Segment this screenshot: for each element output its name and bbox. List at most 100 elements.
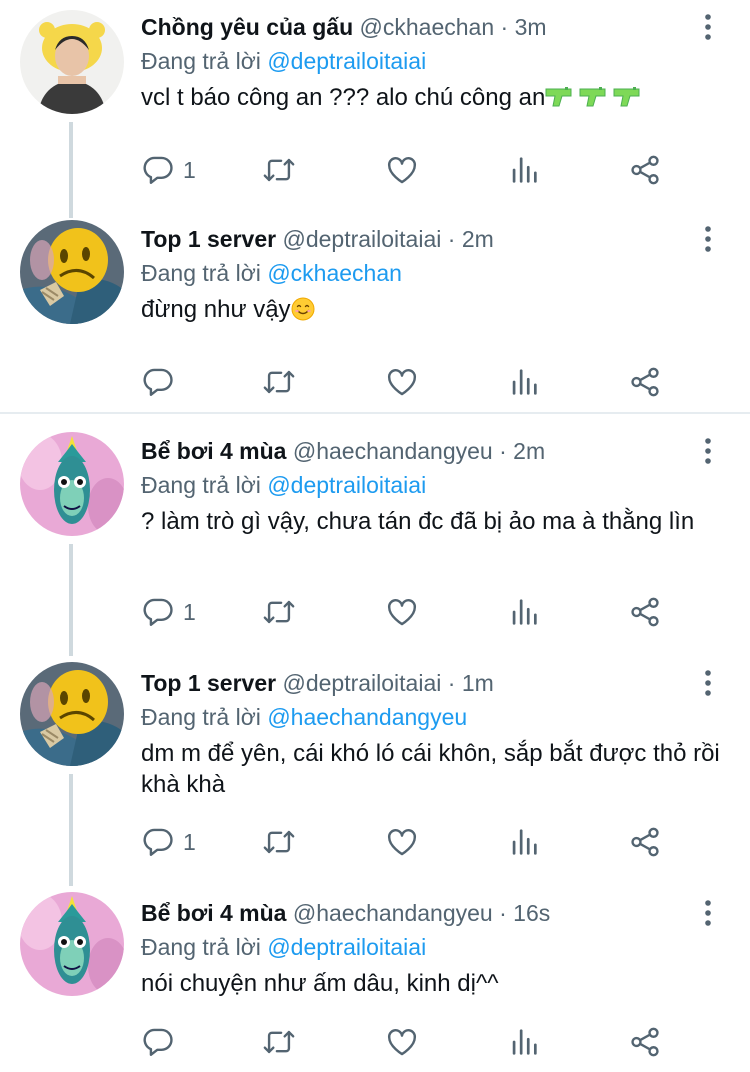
- replying-to-handle[interactable]: @deptrailoitaiai: [267, 934, 426, 960]
- reply-count: 1: [183, 828, 196, 855]
- replying-to-handle[interactable]: @ckhaechan: [267, 260, 402, 286]
- reply-button[interactable]: [141, 1022, 183, 1062]
- avatar[interactable]: [20, 432, 124, 536]
- share-icon: [628, 153, 662, 187]
- user-handle[interactable]: @haechandangyeu: [293, 438, 493, 464]
- tweet-header: Bể bơi 4 mùa @haechandangyeu · 2m: [141, 436, 545, 466]
- tweet[interactable]: Bể bơi 4 mùa @haechandangyeu · 2m Đang t…: [0, 424, 750, 650]
- views-icon: [507, 1025, 541, 1059]
- user-handle[interactable]: @deptrailoitaiai: [282, 226, 441, 252]
- reply-button[interactable]: 1: [141, 150, 196, 190]
- replying-to-handle[interactable]: @deptrailoitaiai: [267, 472, 426, 498]
- heart-icon: [385, 595, 419, 629]
- like-button[interactable]: [385, 1022, 419, 1062]
- heart-icon: [385, 153, 419, 187]
- separator-dot: ·: [499, 900, 507, 926]
- tweet[interactable]: Chồng yêu của gấu @ckhaechan · 3m Đang t…: [0, 0, 750, 212]
- more-icon[interactable]: [696, 668, 720, 698]
- separator-dot: ·: [447, 226, 456, 252]
- share-button[interactable]: [628, 362, 662, 402]
- tweet-header: Top 1 server @deptrailoitaiai · 2m: [141, 224, 494, 254]
- more-icon[interactable]: [696, 12, 720, 42]
- tweet-text: vcl t báo công an ??? alo chú công an: [141, 82, 731, 113]
- display-name[interactable]: Top 1 server: [141, 226, 276, 252]
- water-pistol-emoji: [545, 85, 573, 109]
- display-name[interactable]: Top 1 server: [141, 670, 276, 696]
- separator-dot: ·: [500, 14, 509, 40]
- replying-to: Đang trả lời @deptrailoitaiai: [141, 932, 426, 962]
- replying-to-handle[interactable]: @haechandangyeu: [267, 704, 467, 730]
- heart-icon: [385, 825, 419, 859]
- share-icon: [628, 365, 662, 399]
- timestamp[interactable]: 3m: [515, 14, 547, 40]
- retweet-icon: [262, 825, 296, 859]
- action-bar: 1: [141, 822, 721, 862]
- retweet-icon: [262, 153, 296, 187]
- reply-button[interactable]: 1: [141, 592, 196, 632]
- action-bar: [141, 362, 721, 402]
- tweet[interactable]: Top 1 server @deptrailoitaiai · 2m Đang …: [0, 212, 750, 412]
- timestamp[interactable]: 1m: [462, 670, 494, 696]
- timestamp[interactable]: 2m: [513, 438, 545, 464]
- views-button[interactable]: [507, 150, 541, 190]
- timestamp[interactable]: 2m: [462, 226, 494, 252]
- replying-to: Đang trả lời @ckhaechan: [141, 258, 402, 288]
- action-bar: [141, 1022, 721, 1062]
- retweet-button[interactable]: [262, 150, 296, 190]
- separator-dot: ·: [447, 670, 456, 696]
- tweet-text: dm m để yên, cái khó ló cái khôn, sắp bắ…: [141, 740, 720, 798]
- views-button[interactable]: [507, 592, 541, 632]
- share-icon: [628, 595, 662, 629]
- display-name[interactable]: Chồng yêu của gấu: [141, 14, 353, 40]
- retweet-button[interactable]: [262, 822, 296, 862]
- more-icon[interactable]: [696, 436, 720, 466]
- views-icon: [507, 825, 541, 859]
- tweet-text: ? làm trò gì vậy, chưa tán đc đã bị ảo m…: [141, 508, 695, 535]
- share-button[interactable]: [628, 1022, 662, 1062]
- share-button[interactable]: [628, 822, 662, 862]
- replying-to-handle[interactable]: @deptrailoitaiai: [267, 48, 426, 74]
- tweet[interactable]: Bể bơi 4 mùa @haechandangyeu · 16s Đang …: [0, 886, 750, 1072]
- reply-icon: [141, 595, 175, 629]
- user-handle[interactable]: @deptrailoitaiai: [282, 670, 441, 696]
- reply-icon: [141, 1025, 175, 1059]
- like-button[interactable]: [385, 592, 419, 632]
- avatar[interactable]: [20, 220, 124, 324]
- tweet-text: nói chuyện như ấm dâu, kinh dị^^: [141, 970, 499, 997]
- views-button[interactable]: [507, 1022, 541, 1062]
- views-button[interactable]: [507, 822, 541, 862]
- retweet-icon: [262, 1025, 296, 1059]
- separator-dot: ·: [499, 438, 507, 464]
- retweet-button[interactable]: [262, 1022, 296, 1062]
- reply-count: 1: [183, 156, 196, 183]
- like-button[interactable]: [385, 150, 419, 190]
- user-handle[interactable]: @haechandangyeu: [293, 900, 493, 926]
- avatar[interactable]: [20, 892, 124, 996]
- avatar[interactable]: [20, 662, 124, 766]
- like-button[interactable]: [385, 822, 419, 862]
- timestamp[interactable]: 16s: [513, 900, 550, 926]
- action-bar: 1: [141, 592, 721, 632]
- share-button[interactable]: [628, 150, 662, 190]
- display-name[interactable]: Bể bơi 4 mùa: [141, 900, 286, 926]
- views-icon: [507, 365, 541, 399]
- retweet-button[interactable]: [262, 592, 296, 632]
- reply-button[interactable]: [141, 362, 183, 402]
- share-icon: [628, 1025, 662, 1059]
- retweet-icon: [262, 365, 296, 399]
- like-button[interactable]: [385, 362, 419, 402]
- display-name[interactable]: Bể bơi 4 mùa: [141, 438, 286, 464]
- views-button[interactable]: [507, 362, 541, 402]
- tweet[interactable]: Top 1 server @deptrailoitaiai · 1m Đang …: [0, 656, 750, 882]
- water-pistol-emoji: [579, 85, 607, 109]
- more-icon[interactable]: [696, 224, 720, 254]
- user-handle[interactable]: @ckhaechan: [360, 14, 495, 40]
- avatar[interactable]: [20, 10, 124, 114]
- retweet-button[interactable]: [262, 362, 296, 402]
- yellow-emoji-avatar-image: [20, 662, 124, 766]
- share-button[interactable]: [628, 592, 662, 632]
- more-icon[interactable]: [696, 898, 720, 928]
- reply-button[interactable]: 1: [141, 822, 196, 862]
- reply-icon: [141, 153, 175, 187]
- fish-avatar-image: [20, 432, 124, 536]
